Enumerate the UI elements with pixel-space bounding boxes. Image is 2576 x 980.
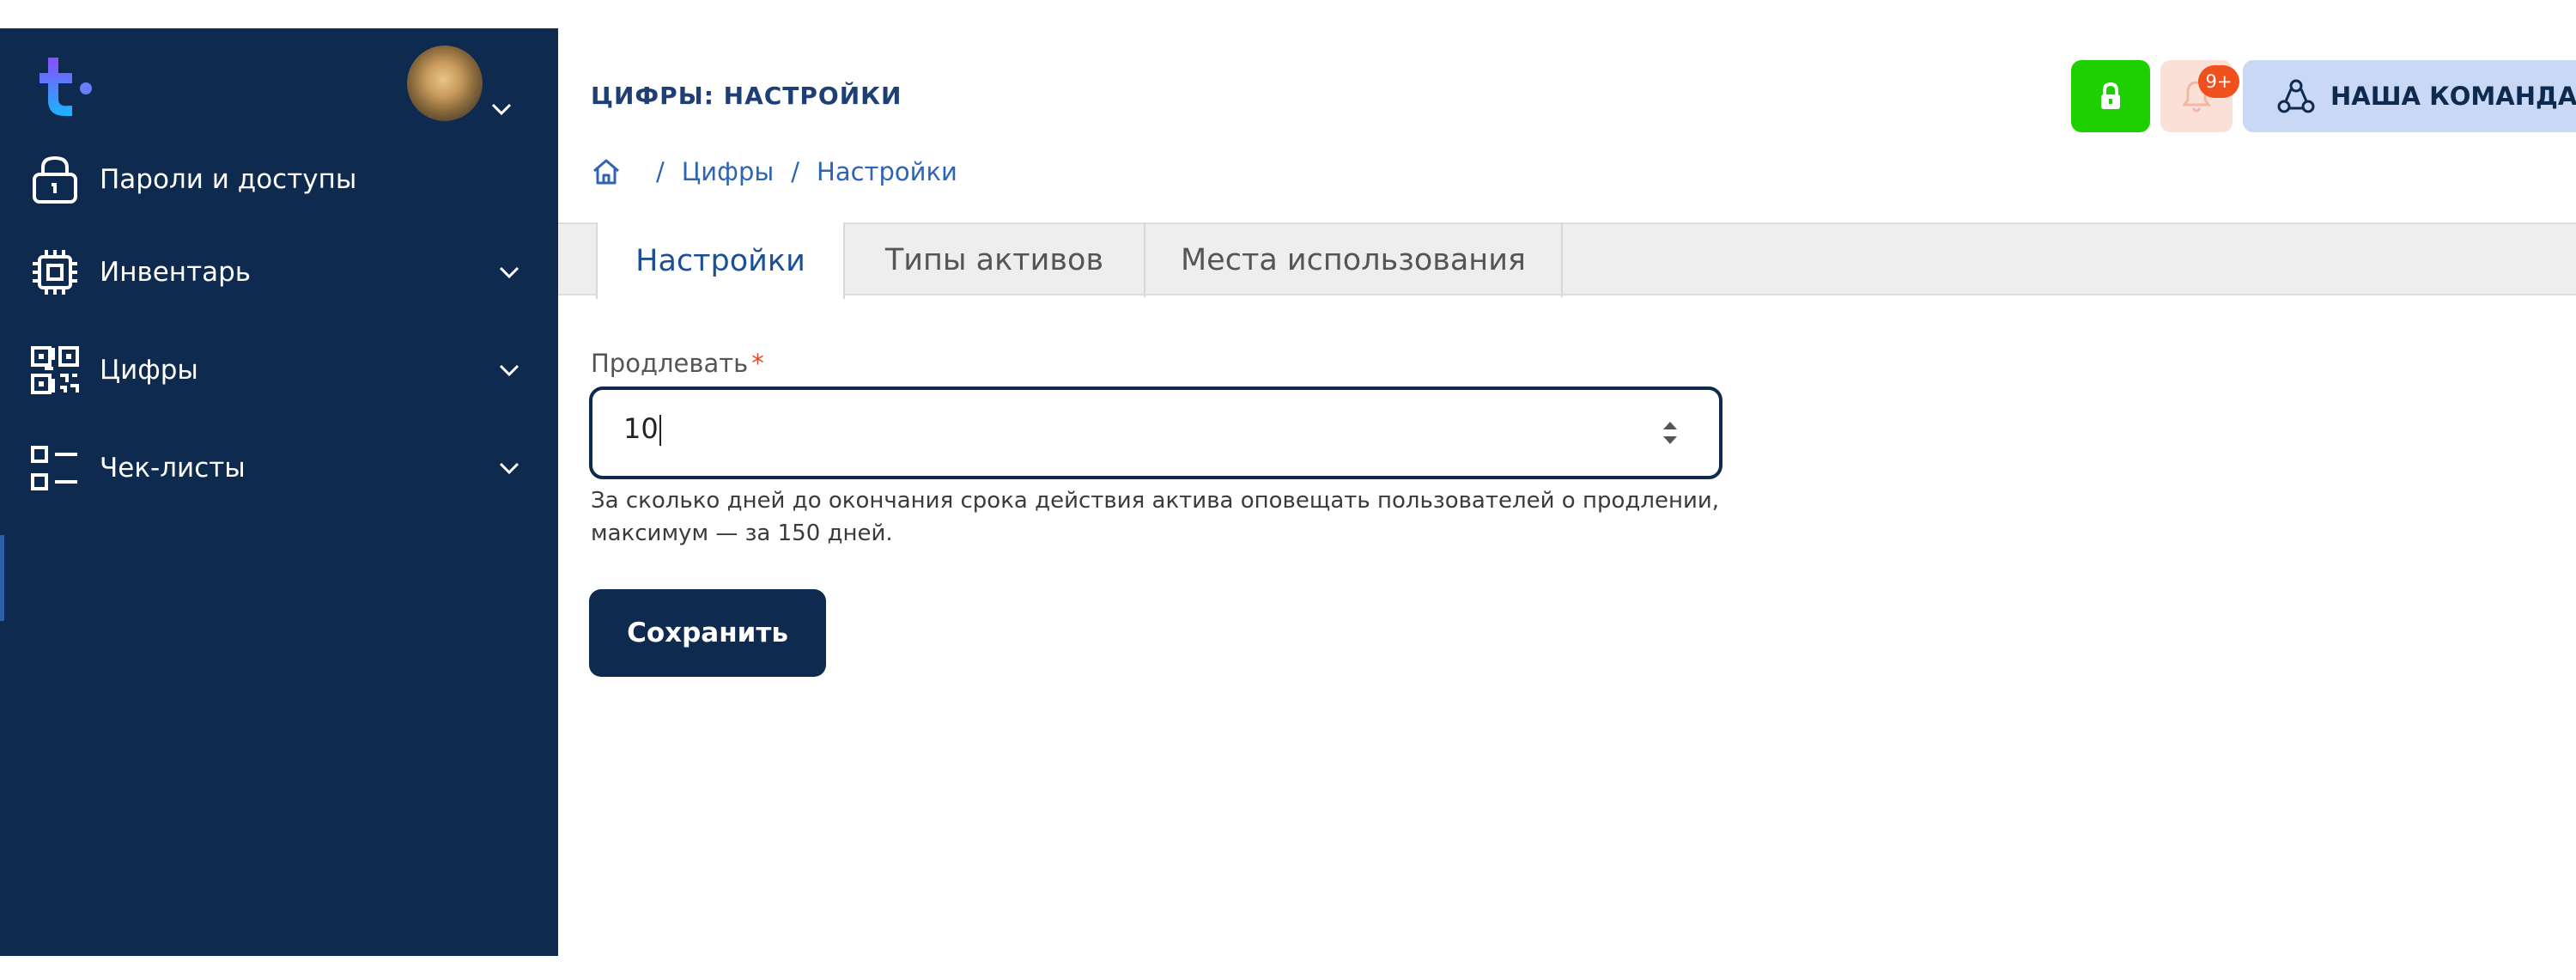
- field-label-text: Продлевать: [591, 349, 749, 378]
- our-team-button[interactable]: НАША КОМАНДА: [2243, 60, 2576, 132]
- page-title: ЦИФРЫ: НАСТРОЙКИ: [591, 82, 902, 110]
- tab-asset-types[interactable]: Типы активов: [845, 222, 1145, 297]
- brand-logo-icon[interactable]: [34, 54, 94, 119]
- lock-icon: [2101, 82, 2120, 109]
- sidebar-item-inventory[interactable]: Инвентарь: [0, 238, 558, 307]
- number-stepper-icon[interactable]: [1657, 414, 1683, 452]
- save-button[interactable]: Сохранить: [589, 589, 826, 677]
- home-icon[interactable]: [591, 156, 622, 187]
- chevron-down-icon[interactable]: [496, 357, 522, 383]
- sidebar-item-label: Чек-листы: [100, 453, 246, 484]
- chevron-down-icon[interactable]: [496, 455, 522, 481]
- sidebar-active-indicator: [0, 535, 4, 621]
- required-star: *: [751, 349, 764, 378]
- input-value-text: 10: [623, 412, 659, 445]
- breadcrumb-current: Настройки: [817, 157, 957, 186]
- notification-badge: 9+: [2198, 65, 2239, 98]
- avatar[interactable]: [407, 46, 483, 121]
- extend-field-label: Продлевать *: [591, 349, 764, 378]
- breadcrumb-separator: /: [656, 157, 665, 186]
- extend-days-input[interactable]: 10: [589, 387, 1722, 479]
- tab-bar: Настройки Типы активов Места использован…: [558, 222, 2576, 299]
- chevron-down-icon[interactable]: [496, 259, 522, 285]
- sidebar-item-label: Цифры: [100, 355, 198, 386]
- sidebar-item-checklists[interactable]: Чек-листы: [0, 434, 558, 502]
- breadcrumb: / Цифры / Настройки: [591, 155, 957, 189]
- sidebar-item-numbers[interactable]: Цифры: [0, 336, 558, 405]
- lock-button[interactable]: [2071, 60, 2150, 132]
- tab-usage-places[interactable]: Места использования: [1145, 222, 1563, 297]
- sidebar-item-label: Пароли и доступы: [100, 164, 357, 195]
- text-caret: [659, 415, 661, 446]
- breadcrumb-link-numbers[interactable]: Цифры: [682, 157, 774, 186]
- tab-settings[interactable]: Настройки: [596, 222, 845, 299]
- input-value: 10: [623, 412, 661, 446]
- lock-icon: [33, 155, 77, 204]
- breadcrumb-separator: /: [791, 157, 800, 186]
- sidebar: Пароли и доступы Инвентарь Цифры Чек-лис…: [0, 28, 558, 956]
- sidebar-item-passwords[interactable]: Пароли и доступы: [0, 145, 558, 214]
- sidebar-item-label: Инвентарь: [100, 257, 252, 288]
- chevron-down-icon[interactable]: [489, 97, 513, 121]
- checklist-icon: [31, 446, 77, 490]
- field-help-text: За сколько дней до окончания срока дейст…: [591, 488, 1720, 546]
- our-team-label: НАША КОМАНДА: [2330, 82, 2576, 111]
- team-icon: [2277, 79, 2315, 113]
- qr-code-icon: [31, 346, 79, 394]
- chip-icon: [33, 250, 77, 295]
